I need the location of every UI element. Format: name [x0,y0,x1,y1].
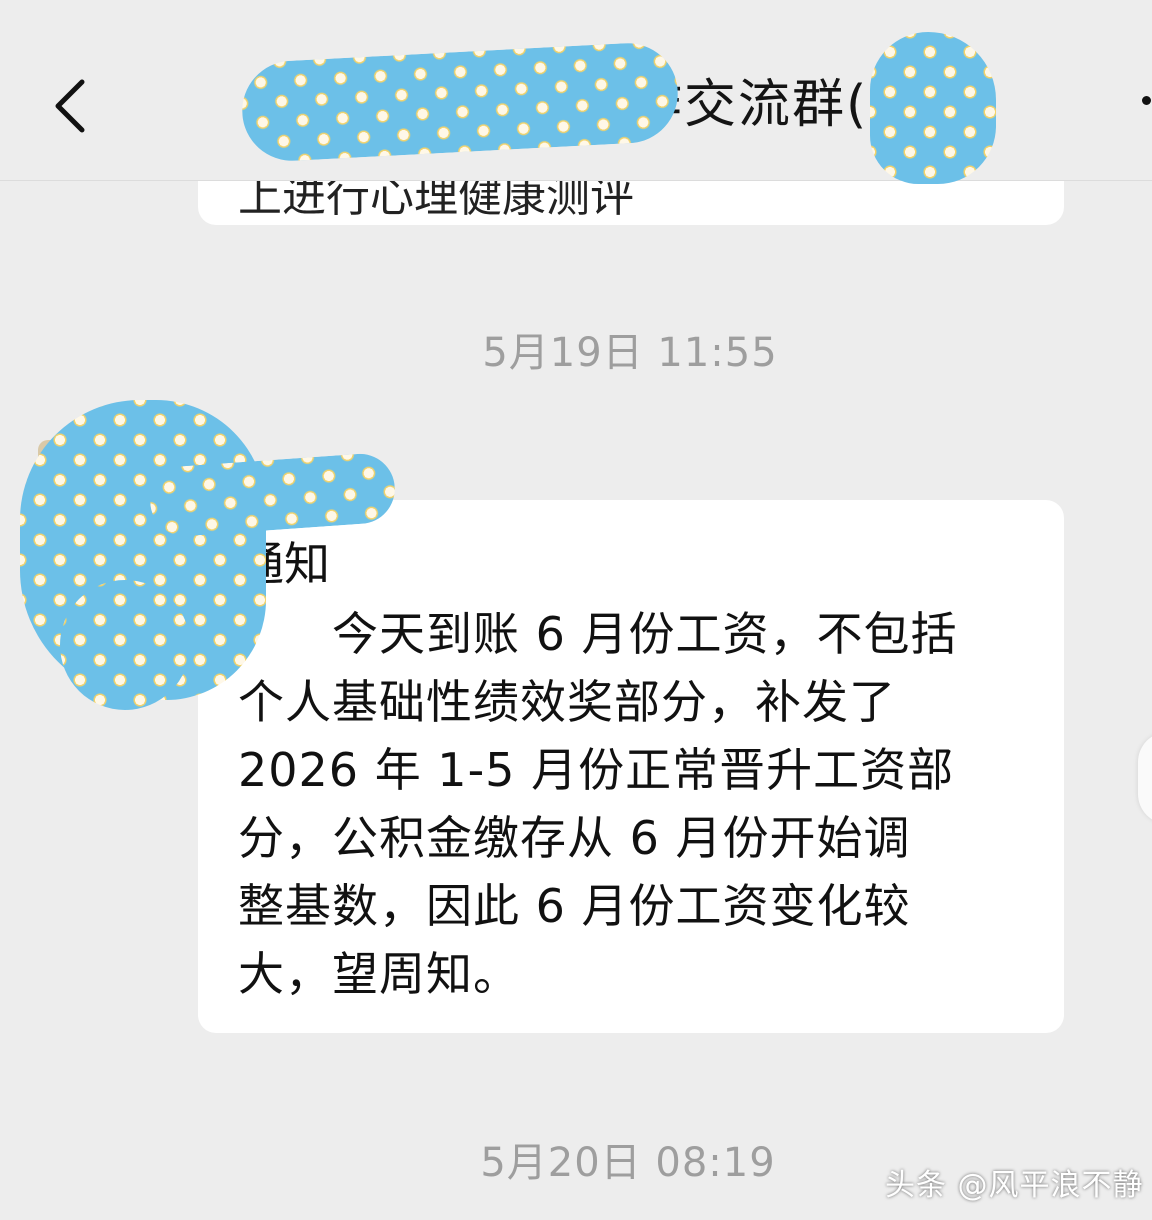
chevron-left-icon [55,79,85,133]
timestamp-1: 5月19日 11:55 [482,330,778,376]
notice-line: 整基数，因此 6 月份工资变化较 [238,879,911,933]
notice-line: 今天到账 6 月份工资，不包括 [238,607,958,661]
notice-line: 个人基础性绩效奖部分，补发了 [238,675,896,729]
redaction-sticker [870,32,996,184]
notice-line: 大，望周知。 [238,947,520,1001]
redaction-sticker [60,580,190,710]
watermark: 头条 @风平浪不静 [885,1168,1144,1203]
side-pull-tab[interactable] [1138,732,1152,824]
more-button[interactable] [1130,88,1152,128]
notice-line: 2026 年 1-5 月份正常晋升工资部 [238,743,955,797]
more-dot-icon [1142,96,1151,105]
notice-message-bubble[interactable]: 通知 今天到账 6 月份工资，不包括 个人基础性绩效奖部分，补发了 2026 年… [182,500,1064,1033]
notice-line: 分，公积金缴存从 6 月份开始调 [238,811,911,865]
back-button[interactable] [40,66,110,146]
